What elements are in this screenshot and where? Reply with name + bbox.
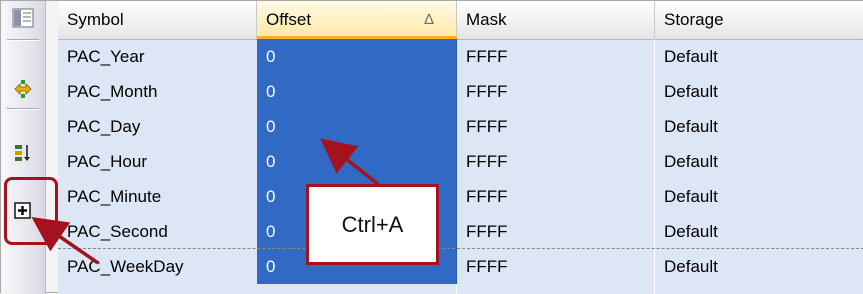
- toolbar-separator: [7, 108, 39, 109]
- offset-cell[interactable]: 0: [257, 109, 457, 144]
- offset-cell[interactable]: 0: [257, 144, 457, 179]
- symbol-cell[interactable]: PAC_Year: [58, 39, 257, 74]
- mask-cell[interactable]: FFFF: [457, 179, 655, 214]
- table-row[interactable]: PAC_WeekDay 0 FFFF Default: [58, 249, 863, 284]
- table-row[interactable]: PAC_Day 0 FFFF Default: [58, 109, 863, 144]
- storage-cell[interactable]: Default: [655, 74, 863, 109]
- symbol-cell[interactable]: PAC_Minute: [58, 179, 257, 214]
- table-row[interactable]: PAC_Second 0 FFFF Default: [58, 214, 863, 249]
- mask-cell[interactable]: FFFF: [457, 39, 655, 74]
- offset-cell[interactable]: 0: [257, 74, 457, 109]
- highlight-expand-button: [4, 177, 58, 245]
- column-header-label: Symbol: [67, 10, 124, 29]
- symbol-cell[interactable]: PAC_Month: [58, 74, 257, 109]
- symbol-grid: Symbol Offset Δ Mask Storage PAC_Year 0 …: [58, 1, 863, 294]
- sort-down-icon[interactable]: [11, 141, 35, 165]
- table-row[interactable]: PAC_Year 0 FFFF Default: [58, 39, 863, 74]
- mask-cell[interactable]: FFFF: [457, 214, 655, 249]
- properties-icon[interactable]: [11, 6, 35, 30]
- symbol-cell[interactable]: PAC_Day: [58, 109, 257, 144]
- table-row[interactable]: PAC_Month 0 FFFF Default: [58, 74, 863, 109]
- shortcut-callout: Ctrl+A: [306, 184, 439, 265]
- table-row[interactable]: PAC_Minute 0 FFFF Default: [58, 179, 863, 214]
- storage-cell[interactable]: Default: [655, 249, 863, 284]
- mask-cell[interactable]: FFFF: [457, 109, 655, 144]
- storage-cell[interactable]: Default: [655, 39, 863, 74]
- mask-cell[interactable]: FFFF: [457, 144, 655, 179]
- alphabetical-sort-icon[interactable]: [11, 77, 35, 101]
- offset-cell[interactable]: 0: [257, 39, 457, 74]
- window: Symbol Offset Δ Mask Storage PAC_Year 0 …: [0, 0, 863, 294]
- sort-ascending-icon: Δ: [423, 11, 434, 28]
- column-header-symbol[interactable]: Symbol: [58, 1, 257, 39]
- column-header-storage[interactable]: Storage: [655, 1, 863, 39]
- vertical-toolbar: [1, 1, 46, 294]
- storage-cell[interactable]: Default: [655, 144, 863, 179]
- mask-cell[interactable]: FFFF: [457, 249, 655, 284]
- mask-cell[interactable]: FFFF: [457, 74, 655, 109]
- symbol-cell[interactable]: PAC_Hour: [58, 144, 257, 179]
- toolbar-separator: [7, 39, 39, 40]
- column-header-mask[interactable]: Mask: [457, 1, 655, 39]
- column-header-label: Offset: [266, 10, 312, 29]
- column-header-label: Mask: [466, 10, 507, 29]
- storage-cell[interactable]: Default: [655, 179, 863, 214]
- column-header-label: Storage: [664, 10, 724, 29]
- storage-cell[interactable]: Default: [655, 214, 863, 249]
- symbol-cell[interactable]: PAC_Second: [58, 214, 257, 249]
- table-row[interactable]: PAC_Hour 0 FFFF Default: [58, 144, 863, 179]
- symbol-cell[interactable]: PAC_WeekDay: [58, 249, 257, 284]
- storage-cell[interactable]: Default: [655, 109, 863, 144]
- grid-header: Symbol Offset Δ Mask Storage: [58, 1, 863, 40]
- column-header-offset[interactable]: Offset Δ: [257, 1, 457, 39]
